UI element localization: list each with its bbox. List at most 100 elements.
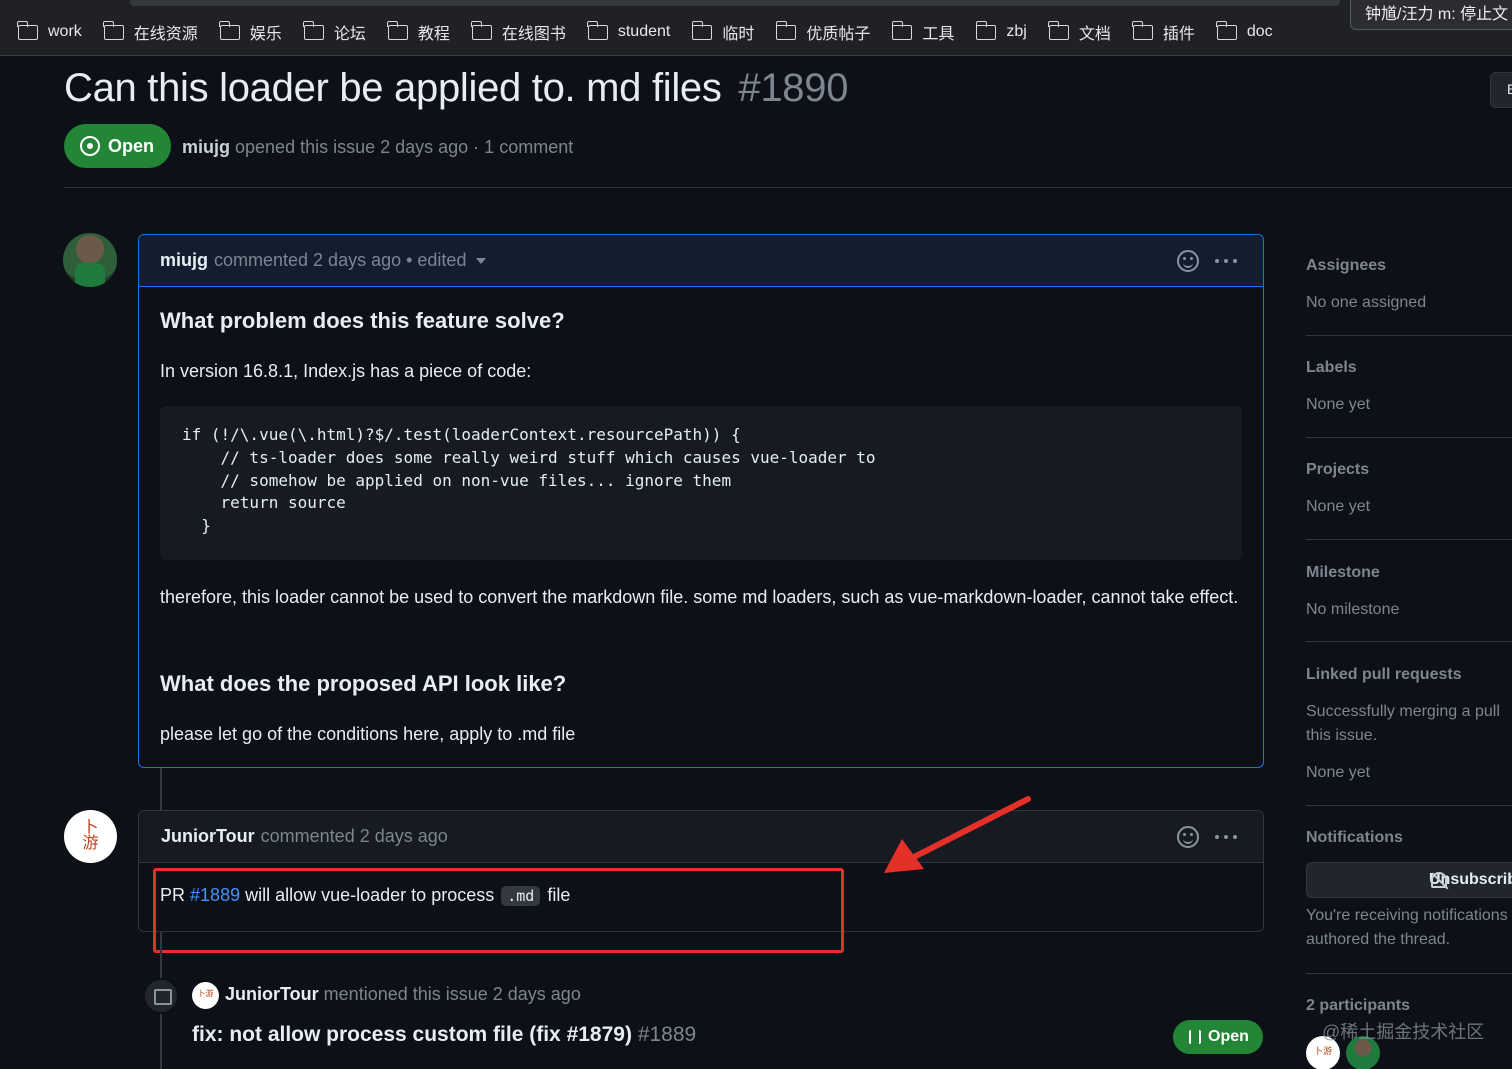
sidebar-divider [1306, 437, 1512, 438]
bookmark-list: work 在线资源 娱乐 论坛 教程 在线图书 student 临时 优质帖子 … [17, 20, 1295, 44]
issue-author-link[interactable]: miujg [182, 137, 230, 157]
bookmark-doc[interactable]: doc [1216, 20, 1273, 41]
chevron-down-icon[interactable] [476, 257, 487, 264]
sidebar-divider [1306, 805, 1512, 806]
bookmark-documents[interactable]: 文档 [1048, 20, 1111, 44]
bookmark-entertainment[interactable]: 娱乐 [219, 20, 282, 44]
bookmark-tools[interactable]: 工具 [891, 20, 954, 44]
avatar[interactable] [63, 233, 117, 287]
bookmark-forum[interactable]: 论坛 [303, 20, 366, 44]
bookmark-work[interactable]: work [17, 20, 82, 41]
bookmark-label: 临时 [722, 26, 755, 43]
event-author-link[interactable]: JuniorTour [225, 984, 319, 1004]
linked-pr-title[interactable]: fix: not allow process custom file (fix … [192, 1023, 696, 1047]
issue-meta-text: opened this issue 2 days ago · 1 comment [235, 137, 574, 157]
pr-state-badge: Open [1173, 1020, 1263, 1054]
issue-open-icon [80, 136, 100, 156]
folder-icon [1216, 20, 1237, 40]
folder-icon [691, 20, 713, 40]
avatar[interactable]: 卜游 [64, 810, 117, 863]
folder-icon [219, 20, 240, 40]
bookmark-plugins[interactable]: 插件 [1132, 20, 1195, 44]
code-block: if (!/\.vue(\.html)?$/.test(loaderContex… [160, 406, 1242, 560]
participants-title: 2 participants [1306, 997, 1411, 1014]
sidebar-title: Linked pull requests [1306, 666, 1462, 683]
folder-icon [1048, 20, 1069, 40]
folder-icon [17, 20, 38, 40]
comment-paragraph: In version 16.8.1, Index.js has a piece … [160, 361, 532, 381]
bookmark-label: zbj [1006, 23, 1027, 40]
timeline-line [160, 768, 162, 810]
sidebar-title: Notifications [1306, 829, 1403, 846]
tab-strip-edge [130, 0, 1340, 6]
bookmark-online-resources[interactable]: 在线资源 [103, 20, 198, 44]
kebab-menu-icon[interactable] [1215, 259, 1239, 265]
notification-reason-line: authored the thread. [1306, 931, 1451, 948]
notification-reason-line: You're receiving notifications [1306, 907, 1508, 924]
pr-title-text[interactable]: fix: not allow process custom file (fix … [192, 1023, 632, 1046]
sidebar-description: this issue. [1306, 727, 1378, 744]
sidebar-labels[interactable]: Labels None yet [1306, 359, 1512, 417]
avatar[interactable]: 卜游 [192, 982, 219, 1009]
bookmark-quality-posts[interactable]: 优质帖子 [775, 20, 871, 44]
sidebar-title: Milestone [1306, 564, 1380, 581]
comment-author-link[interactable]: miujg [160, 250, 208, 271]
bookmark-label: 优质帖子 [806, 26, 871, 43]
folder-icon [587, 20, 608, 40]
comment-meta[interactable]: commented 2 days ago [261, 826, 448, 847]
bookmark-label: 在线图书 [501, 26, 566, 43]
bookmark-online-books[interactable]: 在线图书 [471, 20, 566, 44]
comment-meta[interactable]: commented 2 days ago • edited [214, 250, 466, 271]
sidebar-value: No one assigned [1306, 294, 1427, 311]
issue-meta: miujg opened this issue 2 days ago · 1 c… [182, 137, 573, 158]
cross-reference-icon [143, 978, 179, 1014]
sidebar-divider [1306, 539, 1512, 540]
bookmark-student[interactable]: student [587, 20, 671, 41]
bookmark-tutorials[interactable]: 教程 [387, 20, 450, 44]
comment-miujg: miujg commented 2 days ago • edited What… [138, 234, 1264, 768]
comment-header: JuniorTour commented 2 days ago [139, 811, 1263, 863]
page: work 在线资源 娱乐 论坛 教程 在线图书 student 临时 优质帖子 … [0, 0, 1512, 1069]
tab-tooltip: 钟馗/汪力 m: 停止文 [1350, 0, 1512, 30]
smiley-reaction-icon[interactable] [1177, 826, 1199, 848]
sidebar-projects[interactable]: Projects None yet [1306, 461, 1512, 519]
pr-state-label: Open [1208, 1028, 1249, 1045]
bookmark-label: work [48, 23, 82, 40]
bookmark-label: 文档 [1078, 26, 1111, 43]
bookmark-label: 论坛 [333, 26, 366, 43]
bookmark-label: 插件 [1162, 26, 1195, 43]
sidebar-notifications: Notifications [1306, 829, 1512, 847]
bookmark-label: 娱乐 [249, 26, 282, 43]
sidebar-value: None yet [1306, 764, 1371, 781]
comment-header: miujg commented 2 days ago • edited [139, 235, 1263, 287]
bookmark-zbj[interactable]: zbj [975, 20, 1027, 41]
mention-event: JuniorTour mentioned this issue 2 days a… [225, 984, 581, 1005]
folder-icon [891, 20, 913, 40]
bookmark-label: 在线资源 [133, 26, 198, 43]
folder-icon [1132, 20, 1153, 40]
bookmark-label: doc [1246, 23, 1273, 40]
sidebar-value: No milestone [1306, 601, 1400, 618]
sidebar-milestone[interactable]: Milestone No milestone [1306, 564, 1512, 622]
comment-author-link[interactable]: JuniorTour [161, 826, 255, 847]
edit-button[interactable]: E [1490, 72, 1512, 108]
issue-state-label: Open [108, 135, 155, 156]
bookmark-label: student [617, 23, 671, 40]
kebab-menu-icon[interactable] [1215, 835, 1239, 841]
sidebar-divider [1306, 641, 1512, 642]
sidebar-title: Labels [1306, 359, 1357, 376]
bookmarks-bar: work 在线资源 娱乐 论坛 教程 在线图书 student 临时 优质帖子 … [0, 0, 1512, 56]
sidebar-value: None yet [1306, 396, 1371, 413]
sidebar-linked-prs[interactable]: Linked pull requests Successfully mergin… [1306, 666, 1512, 785]
notification-reason: You're receiving notifications authored … [1306, 904, 1512, 952]
sidebar-title: Assignees [1306, 257, 1387, 274]
annotation-highlight-box [153, 868, 844, 953]
bookmark-temporary[interactable]: 临时 [691, 20, 755, 44]
folder-icon [303, 20, 324, 40]
folder-icon [975, 20, 997, 40]
sidebar-title: Projects [1306, 461, 1370, 478]
smiley-reaction-icon[interactable] [1177, 250, 1199, 272]
unsubscribe-button[interactable]: Unsubscribe [1306, 862, 1512, 898]
folder-icon [471, 20, 492, 40]
sidebar-assignees[interactable]: Assignees No one assigned [1306, 257, 1512, 315]
